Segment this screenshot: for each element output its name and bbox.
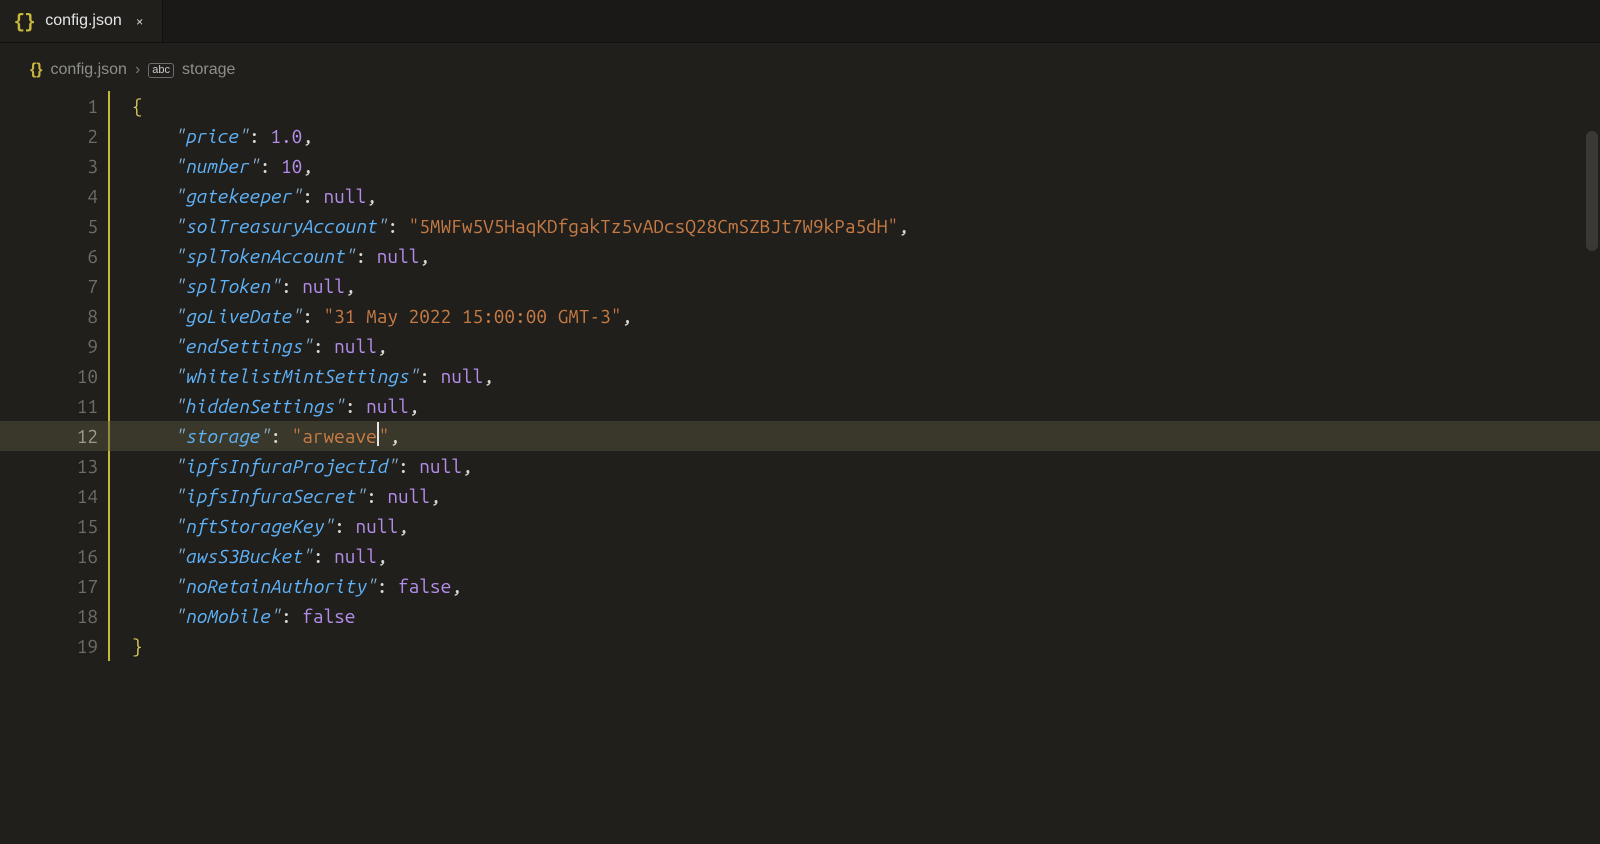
line-number: 1 — [0, 91, 98, 121]
breadcrumb-file[interactable]: config.json — [50, 61, 127, 79]
code-line[interactable]: "ipfsInfuraSecret": null, — [132, 481, 1600, 511]
code-line[interactable]: "noMobile": false — [132, 601, 1600, 631]
code-line[interactable]: "gatekeeper": null, — [132, 181, 1600, 211]
line-number: 3 — [0, 151, 98, 181]
json-braces-icon: {} — [30, 61, 42, 79]
code-line[interactable]: "whitelistMintSettings": null, — [132, 361, 1600, 391]
breadcrumb-field[interactable]: storage — [182, 61, 235, 79]
code-area[interactable]: { "price": 1.0, "number": 10, "gatekeepe… — [122, 91, 1600, 661]
line-number: 9 — [0, 331, 98, 361]
line-number: 6 — [0, 241, 98, 271]
line-number: 17 — [0, 571, 98, 601]
code-line[interactable]: "solTreasuryAccount": "5MWFw5V5HaqKDfgak… — [132, 211, 1600, 241]
code-line[interactable]: "storage": "arweave", — [132, 421, 1600, 451]
line-number: 19 — [0, 631, 98, 661]
line-number: 18 — [0, 601, 98, 631]
code-line[interactable]: "splTokenAccount": null, — [132, 241, 1600, 271]
line-number: 15 — [0, 511, 98, 541]
tab-filename: config.json — [45, 12, 122, 30]
json-braces-icon: {} — [14, 10, 35, 32]
line-number: 4 — [0, 181, 98, 211]
line-number: 12 — [0, 421, 98, 451]
code-line[interactable]: "nftStorageKey": null, — [132, 511, 1600, 541]
code-line[interactable]: "splToken": null, — [132, 271, 1600, 301]
line-number-gutter: 12345678910111213141516171819 — [0, 91, 122, 661]
editor[interactable]: 12345678910111213141516171819 { "price":… — [0, 87, 1600, 661]
code-line[interactable]: "hiddenSettings": null, — [132, 391, 1600, 421]
line-number: 16 — [0, 541, 98, 571]
code-line[interactable]: "awsS3Bucket": null, — [132, 541, 1600, 571]
line-number: 14 — [0, 481, 98, 511]
code-line[interactable]: "goLiveDate": "31 May 2022 15:00:00 GMT-… — [132, 301, 1600, 331]
line-number: 8 — [0, 301, 98, 331]
line-number: 10 — [0, 361, 98, 391]
breadcrumb: {} config.json › abc storage — [0, 43, 1600, 87]
line-number: 5 — [0, 211, 98, 241]
code-line[interactable]: "ipfsInfuraProjectId": null, — [132, 451, 1600, 481]
breadcrumb-separator: › — [135, 61, 140, 79]
code-line[interactable]: "price": 1.0, — [132, 121, 1600, 151]
line-number: 13 — [0, 451, 98, 481]
modified-gutter-stripe — [108, 91, 110, 661]
line-number: 7 — [0, 271, 98, 301]
close-icon[interactable]: × — [132, 11, 148, 31]
line-number: 11 — [0, 391, 98, 421]
tabbar: {} config.json × — [0, 0, 1600, 43]
code-line[interactable]: "noRetainAuthority": false, — [132, 571, 1600, 601]
tab-config-json[interactable]: {} config.json × — [0, 0, 163, 42]
line-number: 2 — [0, 121, 98, 151]
code-line[interactable]: "endSettings": null, — [132, 331, 1600, 361]
string-field-icon: abc — [148, 63, 174, 78]
code-line[interactable]: "number": 10, — [132, 151, 1600, 181]
